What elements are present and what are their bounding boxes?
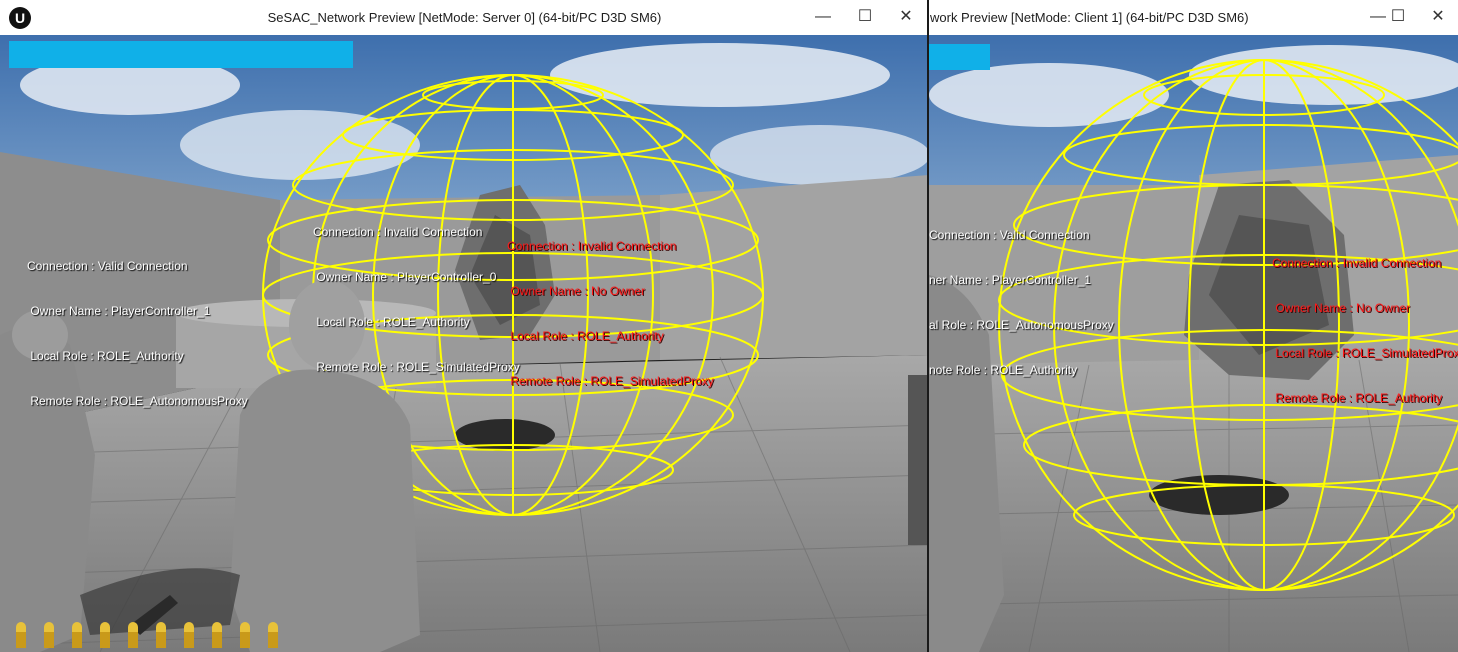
server-viewport[interactable]: Connection : Valid Connection Owner Name…	[0, 35, 929, 652]
debug-owner: Owner Name : PlayerController_0	[313, 270, 497, 284]
bullet-icon	[16, 622, 26, 648]
maximize-button[interactable]: ☐	[845, 0, 885, 35]
close-button[interactable]: ✕	[886, 0, 926, 35]
debug-text-player: Connection : Valid Connection Owner Name…	[27, 229, 248, 439]
bullet-icon	[44, 622, 54, 648]
player-character-right	[230, 369, 420, 652]
bullet-icon	[156, 622, 166, 648]
cloud	[180, 110, 420, 180]
client-window-title: work Preview [NetMode: Client 1] (64-bit…	[930, 10, 1249, 25]
dark-pillar	[908, 375, 929, 545]
client-viewport[interactable]: Connection : Valid Connection ner Name :…	[929, 35, 1458, 652]
debug-remote-role: Remote Role : ROLE_SimulatedProxy	[507, 374, 714, 388]
debug-local-role: Local Role : ROLE_SimulatedProxy	[1272, 346, 1458, 360]
debug-connection: Connection : Invalid Connection	[507, 239, 677, 253]
ammo-counter	[16, 622, 278, 648]
client-window: work Preview [NetMode: Client 1] (64-bit…	[929, 0, 1458, 652]
debug-connection: Connection : Valid Connection	[27, 259, 188, 273]
bullet-icon	[184, 622, 194, 648]
debug-remote-role: Remote Role : ROLE_SimulatedProxy	[313, 360, 520, 374]
debug-text-player2: Connection : Invalid Connection Owner Na…	[313, 195, 520, 405]
debug-remote-role: Remote Role : ROLE_Authority	[1272, 391, 1443, 405]
server-window-title: SeSAC_Network Preview [NetMode: Server 0…	[267, 10, 662, 25]
bullet-icon	[240, 622, 250, 648]
debug-connection: Connection : Invalid Connection	[1272, 256, 1442, 270]
debug-owner: Owner Name : No Owner	[1272, 301, 1411, 315]
health-bar	[9, 41, 353, 68]
debug-local-role: al Role : ROLE_AutonomousProxy	[929, 318, 1114, 332]
debug-local-role: Local Role : ROLE_Authority	[507, 329, 664, 343]
debug-local-role: Local Role : ROLE_Authority	[313, 315, 470, 329]
debug-owner: Owner Name : PlayerController_1	[27, 304, 211, 318]
debug-connection: Connection : Valid Connection	[929, 228, 1090, 242]
debug-text-rock: Connection : Invalid Connection Owner Na…	[507, 209, 714, 419]
close-button[interactable]: ✕	[1418, 0, 1458, 35]
health-bar	[929, 44, 990, 70]
client-titlebar[interactable]: work Preview [NetMode: Client 1] (64-bit…	[929, 0, 1458, 35]
bullet-icon	[72, 622, 82, 648]
maximize-button[interactable]: ☐	[1378, 0, 1418, 35]
server-titlebar[interactable]: U SeSAC_Network Preview [NetMode: Server…	[0, 0, 929, 35]
server-window: U SeSAC_Network Preview [NetMode: Server…	[0, 0, 929, 652]
debug-owner: ner Name : PlayerController_1	[929, 273, 1092, 287]
debug-remote-role: note Role : ROLE_Authority	[929, 363, 1078, 377]
debug-connection: Connection : Invalid Connection	[313, 225, 483, 239]
bullet-icon	[268, 622, 278, 648]
bullet-icon	[212, 622, 222, 648]
debug-owner: Owner Name : No Owner	[507, 284, 646, 298]
debug-remote-role: Remote Role : ROLE_AutonomousProxy	[27, 394, 248, 408]
debug-text-player: Connection : Valid Connection ner Name :…	[929, 198, 1114, 408]
debug-local-role: Local Role : ROLE_Authority	[27, 349, 184, 363]
cloud	[710, 125, 929, 185]
bullet-icon	[100, 622, 110, 648]
minimize-button[interactable]: —	[803, 0, 843, 35]
debug-text-rock: Connection : Invalid Connection Owner Na…	[1272, 226, 1458, 436]
bullet-icon	[128, 622, 138, 648]
